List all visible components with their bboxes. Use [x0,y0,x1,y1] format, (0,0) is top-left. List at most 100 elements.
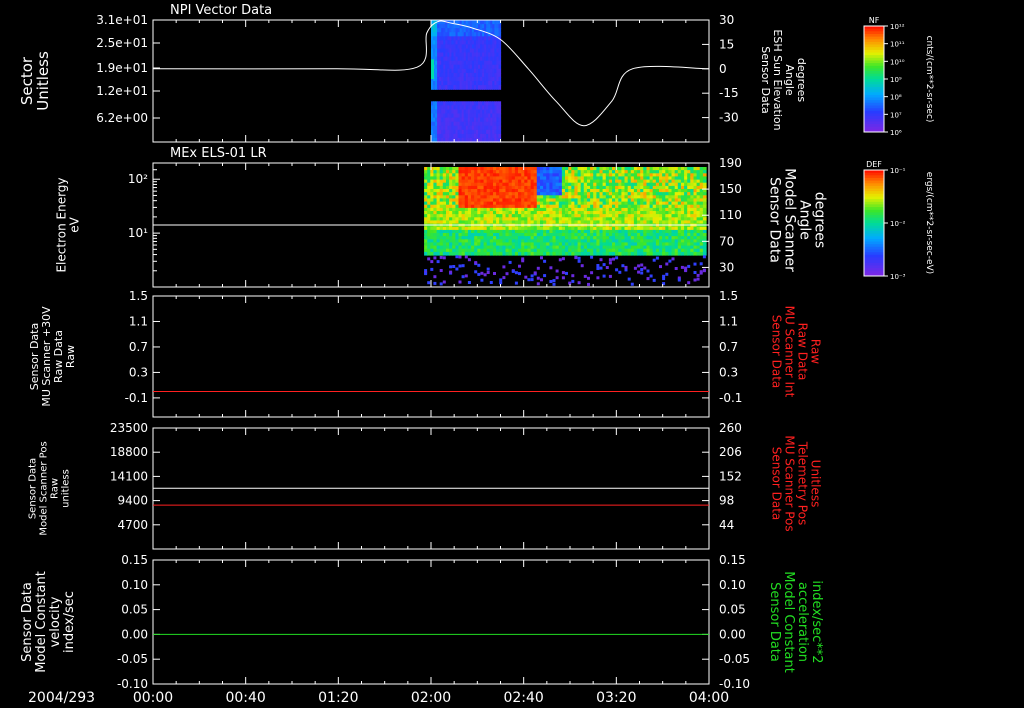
els-speckle [624,266,628,270]
els-heat-cell [690,170,694,174]
els-heat-cell [680,242,685,247]
els-speckle [511,269,515,273]
els-heat-cell [555,204,560,209]
left-axis-label: velocity [48,596,63,647]
colorbar-cell [864,44,884,48]
els-speckle [549,266,553,270]
colorbar-cell [864,76,884,80]
els-heat-cell [602,182,607,187]
els-heat-cell [602,248,607,253]
els-heat-cell [702,182,707,187]
els-heat-cell [699,220,704,225]
els-speckle [442,256,446,260]
npi-heat-cell [498,121,502,127]
els-heat-cell [536,204,541,209]
els-heat-cell [602,176,607,181]
colorbar-cell [864,223,884,227]
els-heat-cell [452,192,456,196]
right-tick-label: 150 [719,182,742,196]
els-heat-cell [702,192,707,196]
els-heat-cell [602,226,607,231]
els-heat-cell [518,220,522,225]
els-heat-cell [565,226,569,231]
els-speckle [693,271,697,274]
colorbar-cell [864,260,884,264]
els-heat-cell [565,214,569,218]
els-heat-cell [499,226,503,231]
els-heat-cell [699,182,704,187]
els-heat-cell [527,198,532,203]
els-heat-cell [499,242,503,247]
els-heat-cell [662,176,666,181]
colorbar-tick-label: 10¹⁰ [890,58,905,66]
els-heat-cell [615,182,619,187]
els-heat-cell [555,214,560,218]
els-heat-cell [633,236,638,240]
els-speckle [439,269,443,272]
left-tick-label: 0.05 [121,603,148,617]
els-heat-cell [574,176,579,181]
right-tick-label: 0.00 [719,627,746,641]
els-heat-cell [499,251,503,256]
els-heat-cell [452,170,456,174]
els-heat-cell [615,214,619,218]
els-heat-cell [699,242,704,247]
els-speckle [702,268,706,272]
els-heat-cell [671,192,676,196]
els-heat-cell [574,204,579,209]
els-heat-cell [643,220,647,225]
els-heat-cell [690,214,694,218]
npi-heat-cell [498,68,502,74]
colorbar-cell [864,28,884,32]
els-heat-cell [643,192,647,196]
els-speckle [596,276,600,280]
right-tick-label: 0 [719,62,727,76]
left-tick-label: -0.1 [125,391,148,405]
els-heat-cell [565,182,569,187]
els-heat-cell [702,198,707,203]
els-heat-cell [518,192,522,196]
els-speckle [433,281,437,285]
els-heat-cell [527,192,532,196]
els-speckle [668,259,672,263]
els-speckle [665,262,669,266]
colorbar-cell [864,196,884,200]
els-heat-cell [624,176,629,181]
els-heat-cell [615,204,619,209]
right-tick-label: 0.10 [719,578,746,592]
date-label: 2004/293 [28,690,95,706]
els-heat-cell [652,192,657,196]
els-heat-cell [690,248,694,253]
els-heat-cell [593,170,597,174]
els-speckle [640,271,644,275]
els-speckle [615,256,619,260]
els-heat-cell [433,214,438,218]
els-heat-cell [565,242,569,247]
colorbar-tick-label: 10⁶ [890,129,902,137]
els-heat-cell [489,226,494,231]
els-heat-cell [452,236,456,240]
els-heat-cell [527,170,532,174]
els-heat-cell [574,248,579,253]
els-heat-cell [652,248,657,253]
els-heat-cell [461,226,466,231]
els-speckle [671,257,675,261]
time-tick-label: 02:00 [411,690,451,706]
els-heat-cell [652,220,657,225]
colorbar-cell [864,180,884,184]
left-tick-label: 1.9e+01 [96,61,148,75]
els-heat-cell [574,192,579,196]
els-heat-cell [508,204,513,209]
els-speckle [486,267,490,271]
els-heat-cell [565,236,569,240]
els-heat-cell [602,220,607,225]
colorbar-cell [864,233,884,237]
npi-heat-cell [498,56,502,62]
els-speckle [449,265,453,269]
els-heat-cell [702,170,707,174]
left-tick-label: -0.10 [117,677,148,691]
els-speckle [540,256,543,260]
els-heat-cell [536,251,541,256]
els-speckle [540,278,543,282]
colorbar-tick-label: 10⁻² [890,220,906,228]
